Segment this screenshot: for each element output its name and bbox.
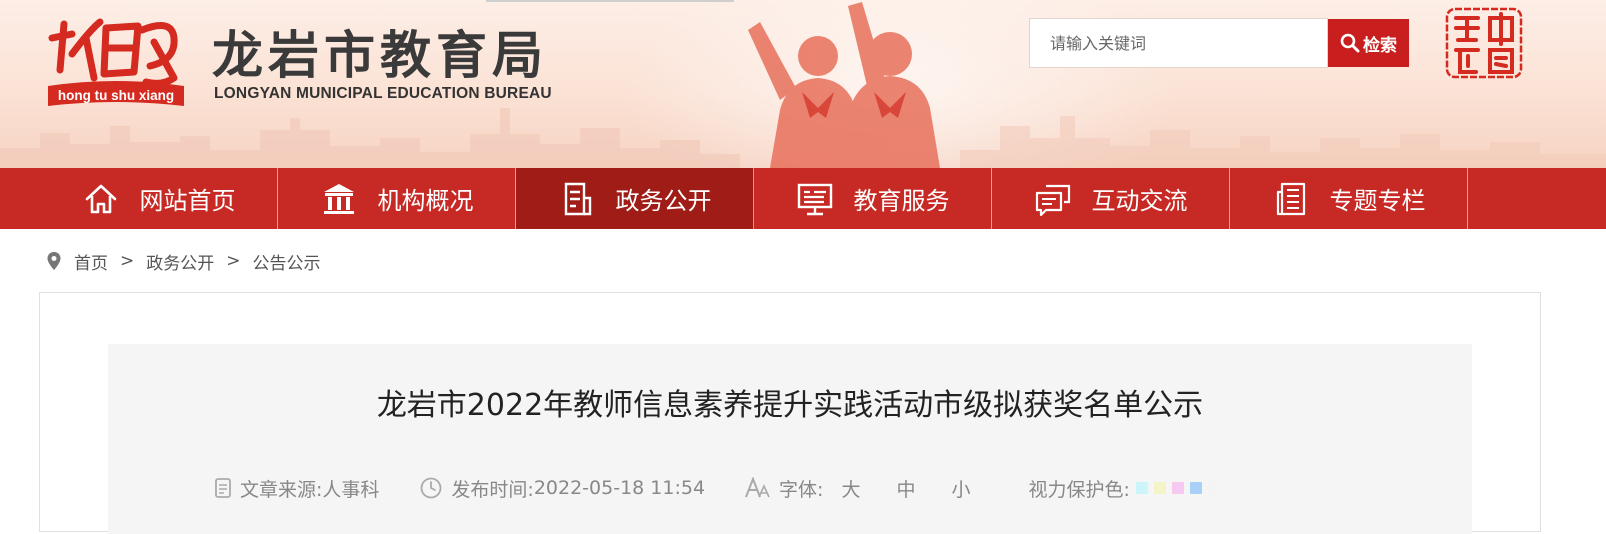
eye-color-swatch[interactable]	[1189, 482, 1202, 494]
nav-item-home[interactable]: 网站首页	[40, 168, 278, 229]
location-pin-icon	[47, 252, 61, 270]
source-document-icon	[215, 478, 231, 498]
eye-color-swatch[interactable]	[1207, 482, 1220, 494]
breadcrumb-announcements[interactable]: 公告公示	[253, 249, 321, 274]
chat-icon	[1035, 184, 1070, 216]
source-value: 人事科	[322, 478, 380, 501]
hongtu-shuxiang-logo-icon: hong tu shu xiang	[48, 18, 184, 106]
nav-item-special-topics[interactable]: 专题专栏	[1230, 168, 1468, 229]
longyan-china-seal-icon	[1445, 7, 1523, 79]
breadcrumb: 首页 > 政务公开 > 公告公示	[46, 245, 321, 277]
font-label: 字体:	[779, 478, 824, 501]
banner-top-line	[486, 0, 734, 2]
article-date: 发布时间: 2022-05-18 11:54	[419, 475, 705, 502]
monitor-icon	[797, 183, 832, 215]
source-label: 文章来源:	[240, 478, 323, 501]
date-value: 2022-05-18 11:54	[533, 477, 706, 499]
site-logo[interactable]: hong tu shu xiang	[42, 8, 190, 114]
nav-item-government-affairs[interactable]: 政务公开	[516, 168, 754, 229]
pioneer-figures-decoration	[748, 2, 940, 168]
institution-icon	[323, 183, 354, 214]
search-icon	[1340, 33, 1360, 53]
breadcrumb-home[interactable]: 首页	[74, 249, 108, 274]
site-title-cn: 龙岩市教育局	[212, 26, 549, 86]
article-source: 文章来源: 人事科	[214, 475, 379, 502]
eye-color-swatch[interactable]	[1171, 482, 1184, 494]
nav-item-institution[interactable]: 机构概况	[278, 168, 516, 229]
nav-item-label: 政务公开	[615, 187, 712, 215]
font-size-medium[interactable]: 中	[896, 475, 915, 502]
main-nav: 网站首页 机构概况 政务公开 教育服务 互动交流 专题专栏	[0, 168, 1606, 229]
font-size-small[interactable]: 小	[951, 475, 970, 502]
nav-item-interaction[interactable]: 互动交流	[992, 168, 1230, 229]
article-meta: 文章来源: 人事科 发布时间: 2022-05-18 11:54 字体: 大 中…	[214, 470, 1260, 506]
nav-item-label: 互动交流	[1091, 187, 1188, 215]
font-size-icon	[745, 477, 770, 498]
site-title-en: LONGYAN MUNICIPAL EDUCATION BUREAU	[214, 85, 552, 102]
breadcrumb-separator: >	[226, 251, 241, 271]
search-button-label: 检索	[1363, 35, 1397, 56]
clock-icon	[421, 477, 442, 499]
eye-protection-controls: 视力保护色:	[1029, 475, 1220, 502]
eye-color-swatches	[1135, 482, 1220, 494]
home-icon	[85, 184, 116, 213]
eye-color-swatch[interactable]	[1153, 482, 1166, 494]
nav-item-education-services[interactable]: 教育服务	[754, 168, 992, 229]
logo-caption: hong tu shu xiang	[58, 88, 174, 103]
nav-item-label: 专题专栏	[1329, 187, 1426, 215]
breadcrumb-separator: >	[120, 251, 135, 271]
article-title: 龙岩市2022年教师信息素养提升实践活动市级拟获奖名单公示	[376, 388, 1204, 423]
breadcrumb-government-affairs[interactable]: 政务公开	[146, 249, 214, 274]
search-input[interactable]	[1029, 18, 1328, 68]
nav-item-label: 教育服务	[853, 187, 950, 215]
font-size-large[interactable]: 大	[841, 475, 860, 502]
eye-protection-label: 视力保护色:	[1028, 478, 1130, 501]
date-label: 发布时间:	[451, 478, 534, 501]
nav-item-label: 网站首页	[139, 187, 236, 215]
newspaper-icon	[1276, 182, 1305, 215]
search-button[interactable]: 检索	[1328, 19, 1409, 67]
font-size-controls: 字体: 大 中 小	[745, 475, 988, 502]
nav-item-label: 机构概况	[377, 187, 474, 215]
document-icon	[564, 182, 591, 215]
eye-color-swatch[interactable]	[1135, 482, 1148, 494]
